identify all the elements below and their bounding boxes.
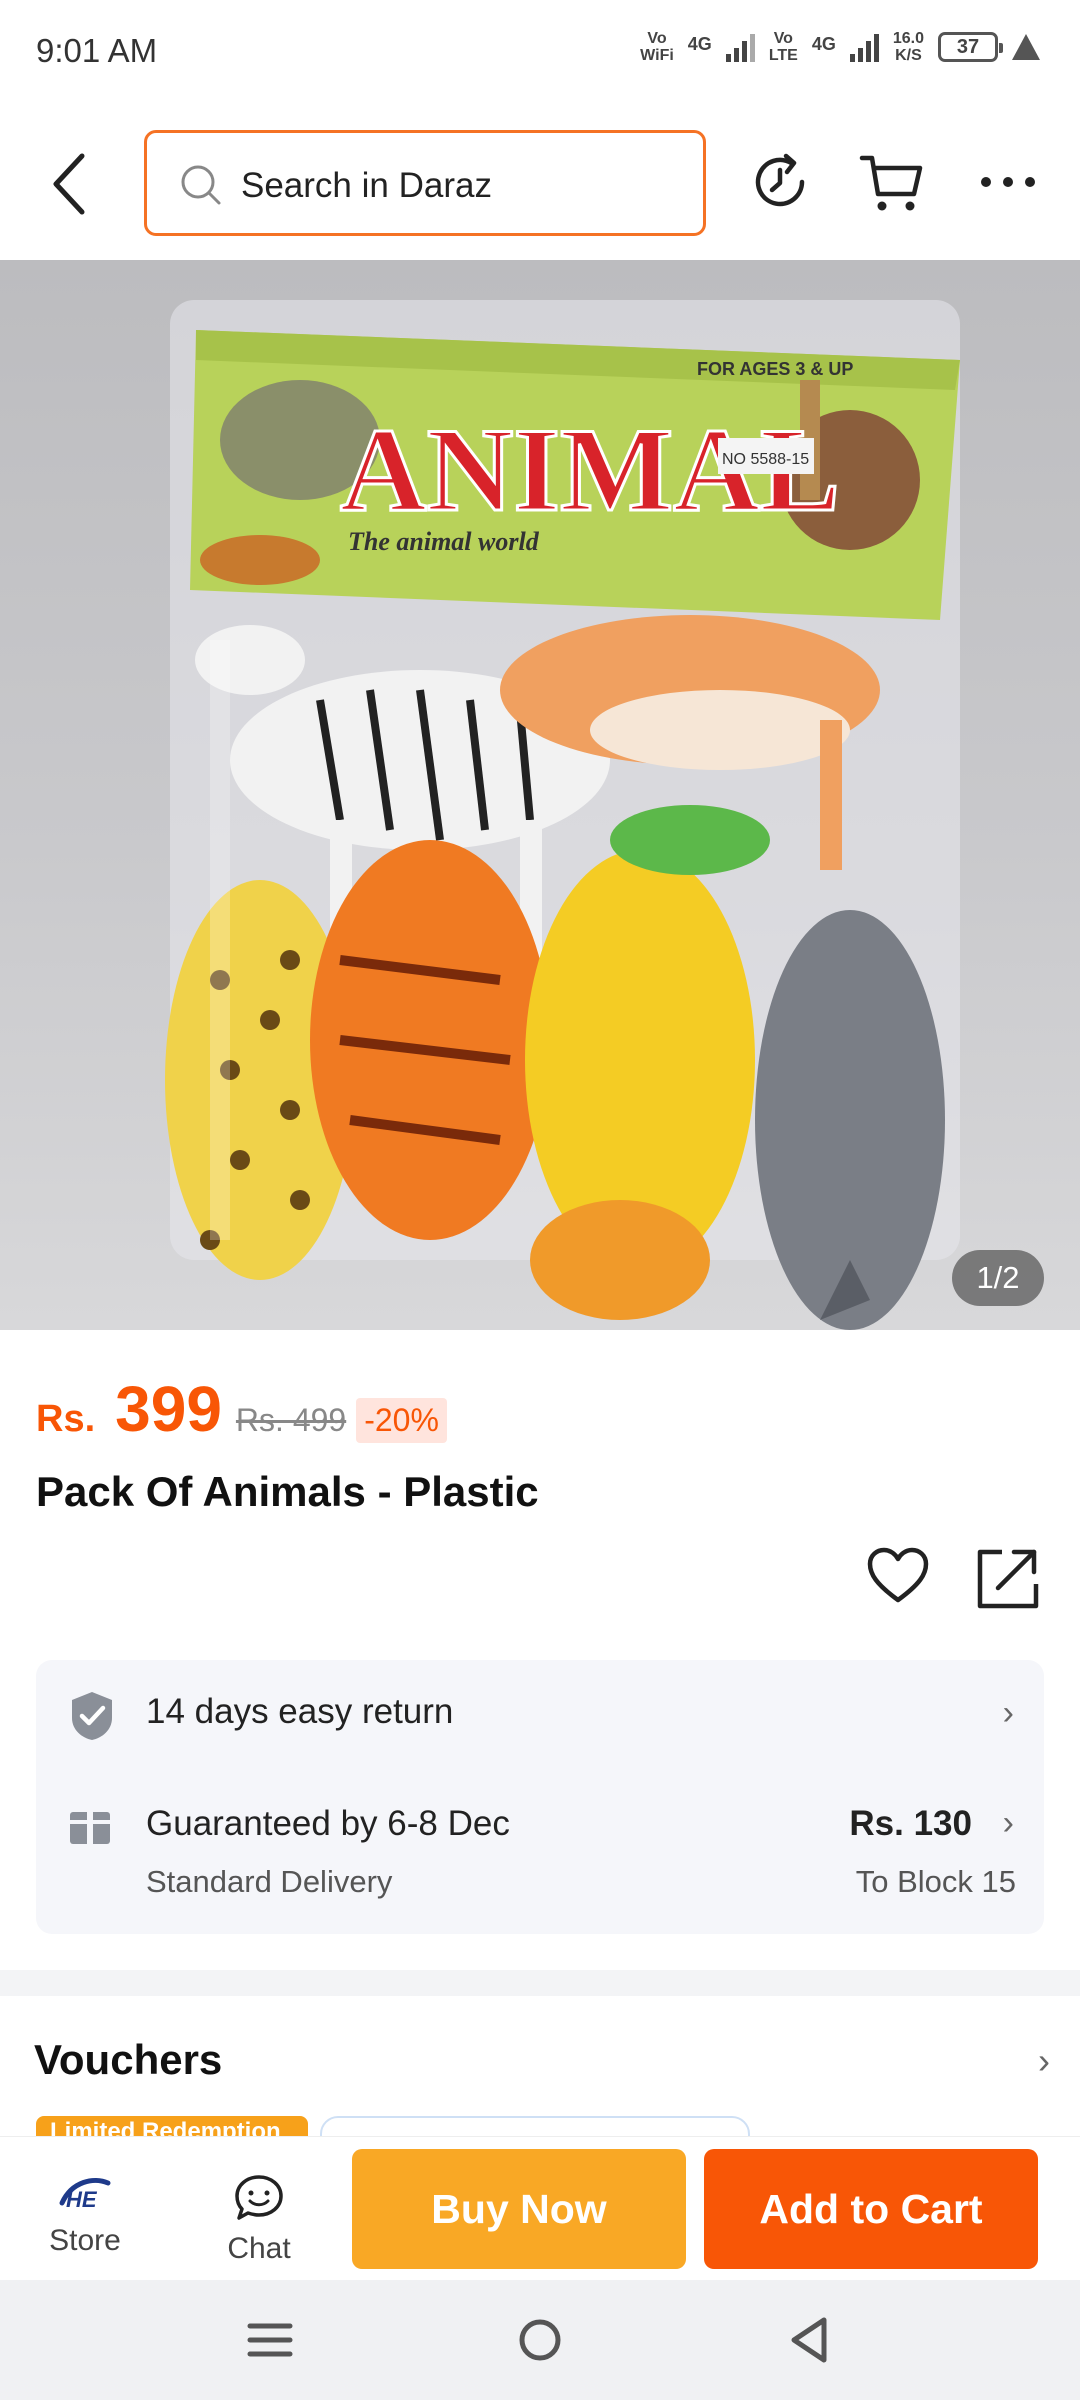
history-button[interactable]	[746, 148, 814, 216]
delivery-row[interactable]: Guaranteed by 6-8 Dec Standard Delivery …	[36, 1772, 1044, 1932]
product-image-gallery[interactable]: ANIMAL The animal world FOR AGES 3 & UP …	[0, 260, 1080, 1330]
search-placeholder: Search in Daraz	[241, 166, 492, 205]
price-value: 399	[115, 1373, 222, 1445]
home-button[interactable]	[500, 2304, 580, 2376]
cart-button[interactable]	[858, 148, 926, 216]
buy-now-button[interactable]: Buy Now	[352, 2149, 686, 2269]
vowifi-bottom: WiFi	[640, 47, 674, 64]
chevron-right-icon: ›	[1002, 1694, 1014, 1732]
status-bar: 9:01 AM Vo WiFi 4G Vo LTE 4G 16.0 K/S 37	[0, 0, 1080, 104]
service-panel: 14 days easy return › Guaranteed by 6-8 …	[36, 1660, 1044, 1934]
battery-icon: 37	[938, 32, 1003, 62]
shield-check-icon	[72, 1692, 112, 1740]
flask-icon	[1012, 34, 1040, 60]
net-speed: 16.0 K/S	[893, 30, 924, 64]
network-gen-1: 4G	[687, 34, 712, 54]
system-nav-bar	[0, 2280, 1080, 2400]
add-to-cart-button[interactable]: Add to Cart	[704, 2149, 1038, 2269]
more-icon	[981, 177, 1035, 187]
bottom-action-bar: HE Store Chat Buy Now Add to Cart	[0, 2136, 1080, 2280]
packaging-code: NO 5588-15	[722, 451, 809, 468]
network-gen-2: 4G	[811, 34, 836, 54]
search-input[interactable]: Search in Daraz	[144, 130, 706, 236]
store-button[interactable]: HE Store	[20, 2173, 150, 2258]
heart-icon	[867, 1547, 929, 1603]
volte-indicator: Vo LTE	[769, 30, 798, 64]
wishlist-button[interactable]	[866, 1546, 930, 1611]
top-header: Search in Daraz	[0, 104, 1080, 260]
cart-icon	[859, 155, 923, 211]
chat-label: Chat	[227, 2232, 291, 2265]
packaging-subtitle: The animal world	[348, 527, 540, 556]
return-policy-row[interactable]: 14 days easy return ›	[36, 1660, 1044, 1770]
history-icon	[755, 153, 805, 207]
product-info: Rs. 399 Rs. 499 -20% Pack Of Animals - P…	[0, 1330, 1080, 1970]
back-arrow-icon	[53, 153, 85, 215]
signal-icon-2	[849, 32, 879, 62]
svg-text:HE: HE	[66, 2187, 98, 2212]
net-speed-unit: K/S	[895, 47, 922, 64]
menu-icon	[247, 2323, 293, 2357]
chat-icon	[235, 2175, 283, 2220]
original-price: Rs. 499	[235, 1402, 347, 1438]
store-label: Store	[49, 2224, 121, 2257]
return-text: 14 days easy return	[146, 1692, 454, 1731]
chat-button[interactable]: Chat	[194, 2173, 324, 2266]
delivery-guarantee: Guaranteed by 6-8 Dec	[146, 1804, 510, 1843]
chevron-right-icon: ›	[1038, 2040, 1050, 2081]
delivery-destination: To Block 15	[855, 1864, 1016, 1899]
volte-bottom: LTE	[768, 47, 798, 64]
more-button[interactable]	[974, 148, 1042, 216]
status-icons: Vo WiFi 4G Vo LTE 4G 16.0 K/S 37	[640, 30, 1040, 64]
vouchers-section[interactable]: Vouchers › Limited Redemption	[0, 1996, 1080, 2136]
app-root: 9:01 AM Vo WiFi 4G Vo LTE 4G 16.0 K/S 37	[0, 0, 1080, 2400]
signal-icon	[725, 32, 755, 62]
packaging-age: FOR AGES 3 & UP	[697, 359, 853, 379]
store-logo-icon: HE	[59, 2178, 111, 2212]
product-photo: ANIMAL The animal world FOR AGES 3 & UP …	[165, 300, 960, 1330]
delivery-fee: Rs. 130	[849, 1804, 972, 1843]
back-triangle-icon	[791, 2317, 827, 2363]
vowifi-top: Vo	[647, 30, 667, 47]
price-row: Rs. 399 Rs. 499 -20%	[36, 1372, 447, 1446]
back-button[interactable]	[40, 146, 100, 222]
share-button[interactable]	[976, 1546, 1040, 1615]
gift-box-icon	[70, 1806, 110, 1844]
voucher-card[interactable]	[320, 2116, 750, 2136]
image-pager: 1/2	[952, 1250, 1044, 1306]
limited-redemption-tag: Limited Redemption	[36, 2116, 308, 2136]
status-time: 9:01 AM	[36, 32, 158, 69]
delivery-type: Standard Delivery	[146, 1864, 393, 1899]
system-back-button[interactable]	[770, 2304, 850, 2376]
home-circle-icon	[519, 2319, 561, 2361]
net-speed-value: 16.0	[892, 30, 924, 47]
vowifi-indicator: Vo WiFi	[640, 30, 674, 64]
vouchers-title: Vouchers	[34, 2036, 223, 2083]
battery-level: 37	[956, 36, 980, 58]
share-icon	[977, 1549, 1039, 1609]
price-currency: Rs.	[36, 1398, 96, 1440]
product-title: Pack Of Animals - Plastic	[36, 1468, 539, 1515]
chevron-right-icon: ›	[1002, 1804, 1014, 1842]
discount-badge: -20%	[356, 1398, 447, 1443]
recent-apps-button[interactable]	[230, 2304, 310, 2376]
search-icon	[181, 165, 221, 205]
volte-top: Vo	[773, 30, 793, 47]
